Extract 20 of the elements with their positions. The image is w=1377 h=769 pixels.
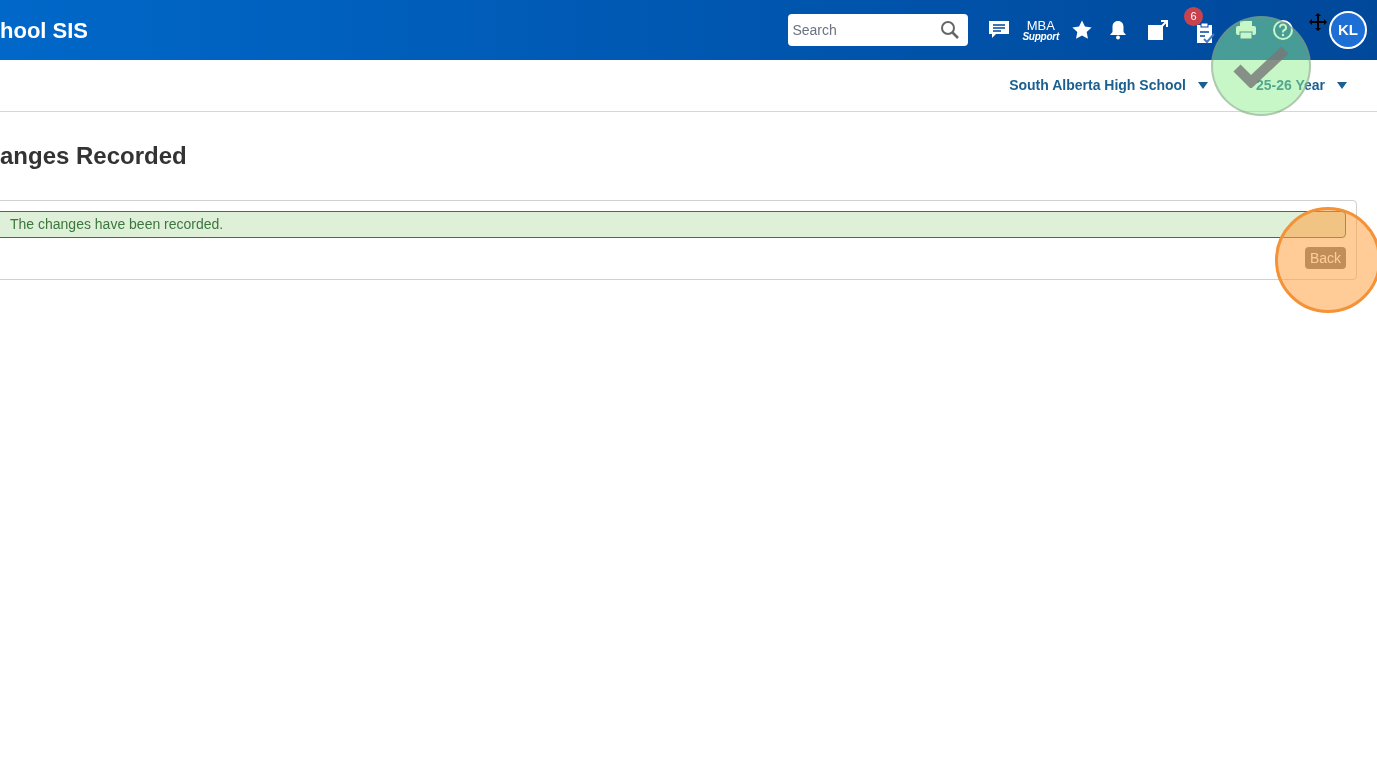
search-icon[interactable]: [940, 20, 961, 40]
message-icon[interactable]: [988, 20, 1011, 40]
external-link-icon[interactable]: [1147, 19, 1169, 41]
page-title: anges Recorded: [0, 144, 188, 168]
year-selector[interactable]: 25-26 Year: [1255, 75, 1347, 96]
star-icon[interactable]: [1071, 19, 1093, 41]
user-avatar[interactable]: KL: [1329, 11, 1367, 49]
notification-badge: 6: [1184, 7, 1203, 26]
school-selector[interactable]: South Alberta High School: [1009, 75, 1208, 96]
success-message: The changes have been recorded.: [10, 215, 224, 234]
caret-icon: [1197, 82, 1208, 89]
printer-icon[interactable]: [1235, 20, 1257, 40]
move-cursor-icon: [1309, 13, 1327, 31]
app-title: hool SIS: [0, 16, 88, 45]
search-field[interactable]: Search: [788, 14, 969, 46]
support-link[interactable]: MBA Support: [1022, 18, 1059, 42]
caret-icon: [1337, 82, 1347, 89]
clipboard-icon[interactable]: [1196, 22, 1216, 44]
help-icon[interactable]: [1273, 20, 1293, 40]
bell-icon[interactable]: [1109, 20, 1127, 40]
